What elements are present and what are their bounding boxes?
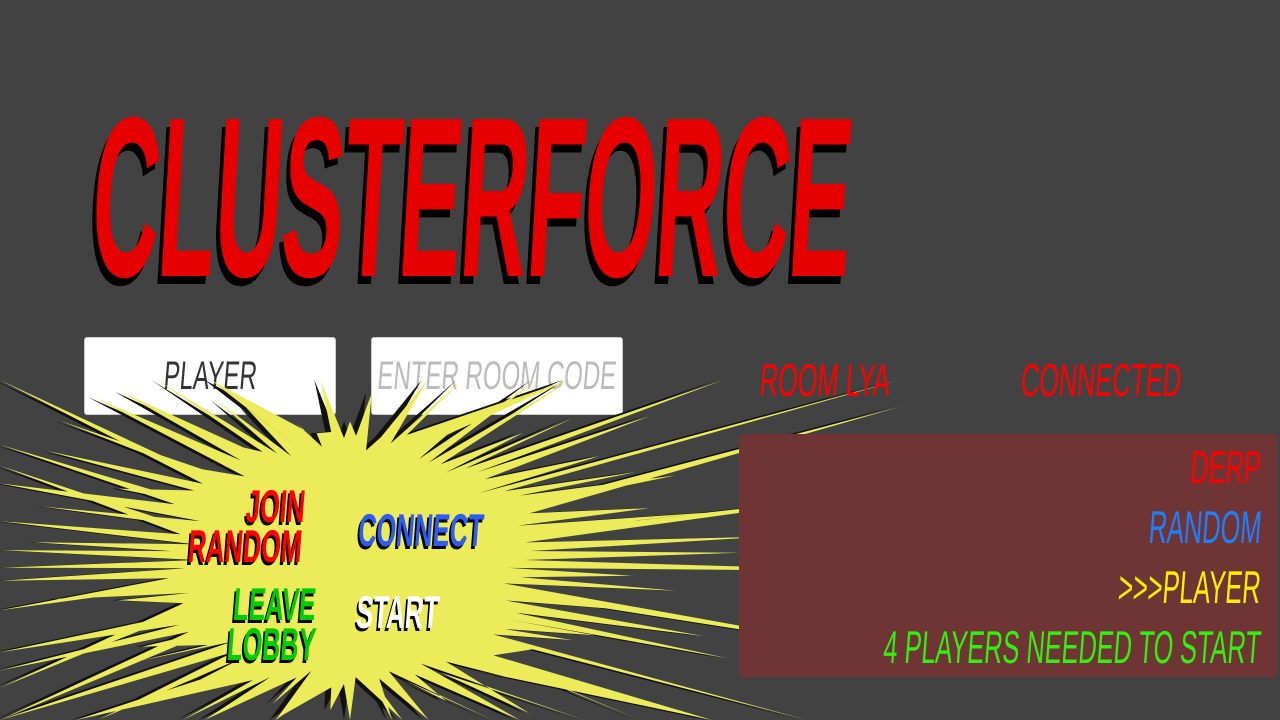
player-entry: RANDOM xyxy=(1146,501,1264,553)
connect-button[interactable]: CONNECT xyxy=(356,504,485,556)
room-label: ROOM xyxy=(758,354,841,406)
join-random-button[interactable]: JOIN RANDOM xyxy=(186,480,307,572)
leave-lobby-button[interactable]: LEAVE LOBBY xyxy=(225,578,321,670)
game-title: CLUSTERFORCE xyxy=(85,71,860,325)
lobby-player-list: DERP RANDOM >>>PLAYER 4 PLAYERS NEEDED T… xyxy=(739,434,1277,677)
room-code: LYA xyxy=(844,354,893,406)
lobby-label: LOBBY xyxy=(225,618,318,670)
player-entry-current: >>>PLAYER xyxy=(1116,561,1264,613)
connection-status: CONNECTED xyxy=(1019,354,1184,406)
random-label: RANDOM xyxy=(186,520,305,572)
player-entry: DERP xyxy=(1188,441,1264,493)
players-needed-notice: 4 PLAYERS NEEDED TO START xyxy=(881,621,1264,673)
start-button[interactable]: START xyxy=(354,586,440,638)
